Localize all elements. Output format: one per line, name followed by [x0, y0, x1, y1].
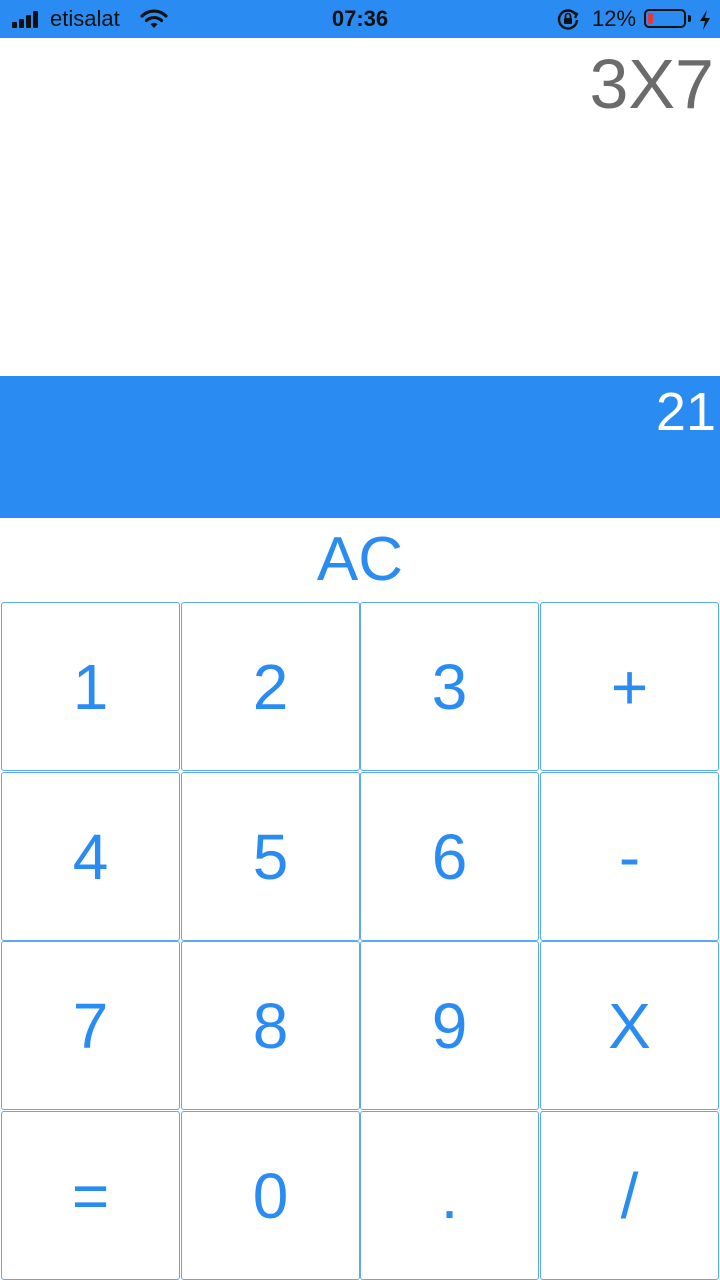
- charging-bolt-icon: [700, 10, 710, 30]
- key-0[interactable]: 0: [181, 1111, 360, 1280]
- key-3[interactable]: 3: [360, 602, 539, 771]
- key-1[interactable]: 1: [1, 602, 180, 771]
- rotation-lock-icon: [557, 9, 579, 30]
- battery-percent: 12%: [592, 6, 637, 31]
- key-4[interactable]: 4: [1, 772, 180, 941]
- key-8[interactable]: 8: [181, 941, 360, 1110]
- battery-cap: [688, 15, 691, 22]
- key-2[interactable]: 2: [181, 602, 360, 771]
- status-bar: etisalat 07:36 12%: [0, 0, 720, 38]
- battery-level: [648, 13, 653, 24]
- key-divide[interactable]: /: [540, 1111, 719, 1280]
- result-display: 21: [0, 376, 720, 518]
- key-multiply[interactable]: X: [540, 941, 719, 1110]
- key-5[interactable]: 5: [181, 772, 360, 941]
- key-add[interactable]: +: [540, 602, 719, 771]
- key-6[interactable]: 6: [360, 772, 539, 941]
- key-decimal[interactable]: .: [360, 1111, 539, 1280]
- key-subtract[interactable]: -: [540, 772, 719, 941]
- expression-text: 3X7: [589, 45, 714, 123]
- result-text: 21: [655, 382, 716, 442]
- key-7[interactable]: 7: [1, 941, 180, 1110]
- expression-display: 3X7: [0, 38, 720, 376]
- key-equals[interactable]: =: [1, 1111, 180, 1280]
- calculator-screen: etisalat 07:36 12% 3X7 21 AC 1 2 3 + 4 5…: [0, 0, 720, 1280]
- battery-icon: [644, 9, 686, 28]
- clear-button[interactable]: AC: [0, 518, 720, 602]
- key-9[interactable]: 9: [360, 941, 539, 1110]
- keypad: 1 2 3 + 4 5 6 - 7 8 9 X = 0 . /: [0, 601, 720, 1280]
